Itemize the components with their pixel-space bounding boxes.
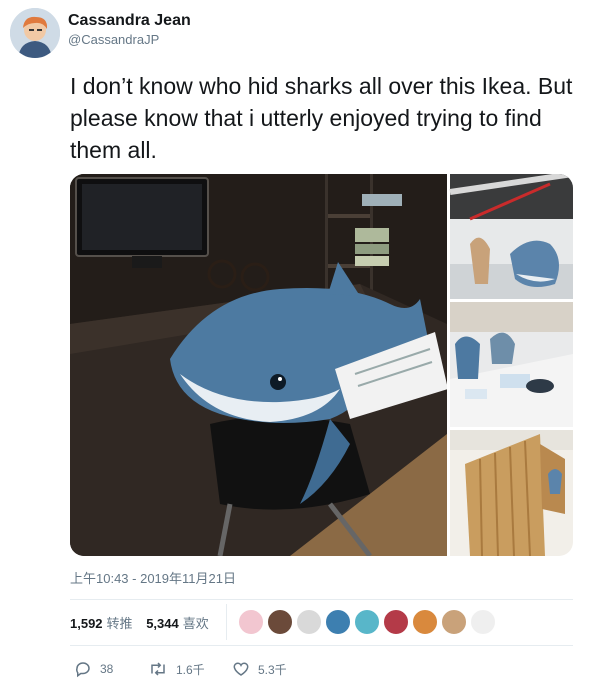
liker-avatar-icon[interactable]: [267, 609, 293, 635]
liker-avatar-icon[interactable]: [354, 609, 380, 635]
liker-avatar-icon[interactable]: [412, 609, 438, 635]
divider-bottom: [70, 645, 573, 646]
tweet-actions: 38 1.6千 5.3千: [70, 658, 490, 680]
reply-icon: [76, 662, 90, 678]
user-avatar-icon[interactable]: [10, 8, 60, 58]
retweet-button[interactable]: 1.6千: [148, 658, 205, 680]
retweet-count: 1.6千: [176, 662, 205, 677]
display-name[interactable]: Cassandra Jean: [68, 11, 191, 31]
liker-avatar-icon[interactable]: [383, 609, 409, 635]
user-names: Cassandra Jean @CassandraJP: [68, 11, 191, 49]
stats-divider: [226, 604, 227, 640]
tweet-timestamp[interactable]: 上午10:43 - 2019年11月21日: [70, 568, 236, 587]
like-count: 5.3千: [258, 662, 287, 677]
liker-avatar-icon[interactable]: [441, 609, 467, 635]
divider-top: [70, 599, 573, 600]
user-handle[interactable]: @CassandraJP: [68, 31, 191, 49]
likes-count: 5,344: [146, 616, 179, 631]
likes-label: 喜欢: [182, 616, 209, 631]
tweet-text: I don’t know who hid sharks all over thi…: [70, 73, 573, 163]
retweets-stat[interactable]: 1,592 转推: [70, 613, 133, 632]
retweets-count: 1,592: [70, 616, 103, 631]
liker-avatar-icon[interactable]: [238, 609, 264, 635]
heart-icon: [233, 662, 249, 676]
liker-avatar-icon[interactable]: [470, 609, 496, 635]
shark-in-store-aisle-photo[interactable]: [449, 174, 573, 299]
shark-on-office-chair-photo[interactable]: [70, 174, 448, 556]
like-button[interactable]: 5.3千: [232, 658, 287, 680]
retweet-icon: [151, 662, 165, 676]
liker-avatar-icon[interactable]: [325, 609, 351, 635]
shark-at-display-table-photo[interactable]: [450, 302, 573, 427]
retweets-label: 转推: [106, 616, 133, 631]
reply-button[interactable]: 38: [74, 658, 113, 680]
reply-count: 38: [100, 662, 114, 676]
tweet-stats: 1,592 转推 5,344 喜欢: [70, 613, 219, 632]
wooden-room-divider-photo[interactable]: [450, 430, 573, 556]
liker-avatar-icon[interactable]: [296, 609, 322, 635]
media-grid: [70, 174, 573, 556]
likes-stat[interactable]: 5,344 喜欢: [146, 613, 209, 632]
